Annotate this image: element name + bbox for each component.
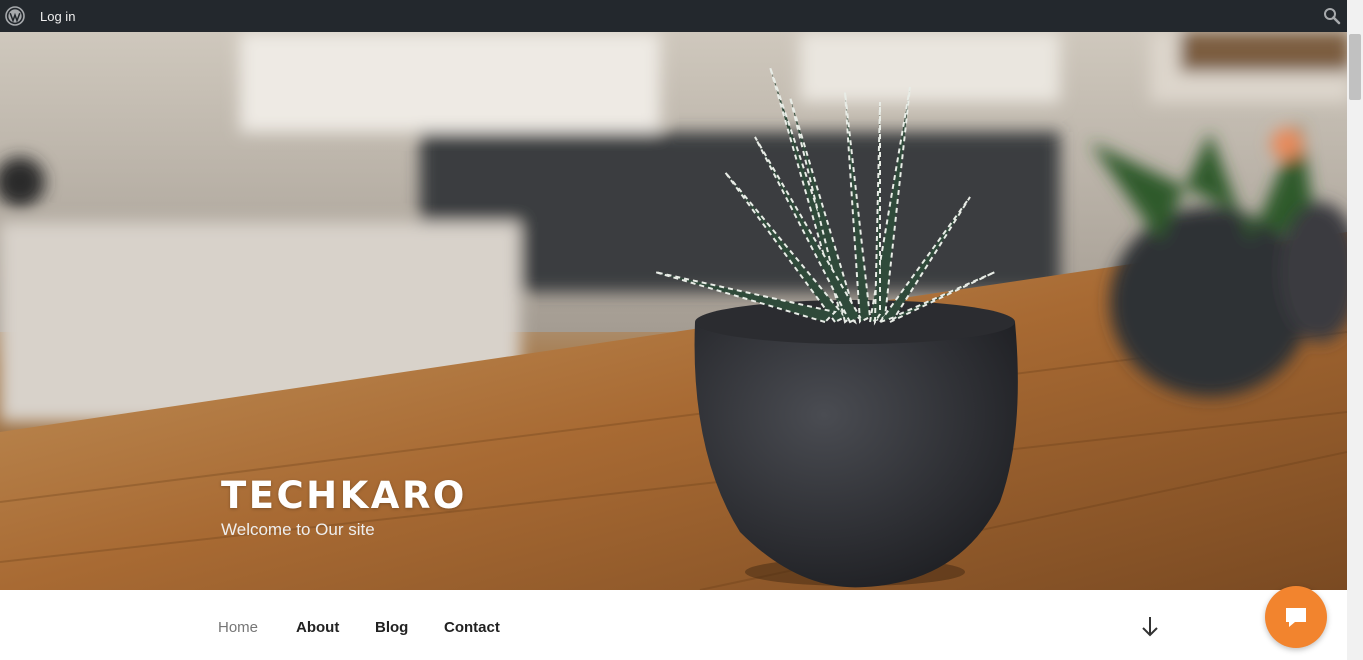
header-image: TECHKARO Welcome to Our site xyxy=(0,32,1347,590)
plant-photo xyxy=(0,32,1347,590)
login-link[interactable]: Log in xyxy=(40,9,75,24)
site-description: Welcome to Our site xyxy=(221,520,375,539)
nav-item-blog[interactable]: Blog xyxy=(375,619,408,636)
nav-item-contact[interactable]: Contact xyxy=(444,619,500,636)
chat-bubble-icon xyxy=(1286,608,1306,627)
scrollbar-thumb[interactable] xyxy=(1349,34,1361,100)
site-title[interactable]: TECHKARO xyxy=(221,474,467,517)
search-icon[interactable] xyxy=(1323,7,1341,25)
arrow-down-icon[interactable] xyxy=(1140,615,1160,639)
admin-bar: Log in xyxy=(0,0,1363,32)
nav-item-home[interactable]: Home xyxy=(218,619,258,636)
chat-launcher-button[interactable] xyxy=(1265,586,1327,648)
wordpress-icon[interactable] xyxy=(0,0,30,32)
nav-item-about[interactable]: About xyxy=(296,619,339,636)
main-navigation: Home About Blog Contact xyxy=(0,590,1347,660)
